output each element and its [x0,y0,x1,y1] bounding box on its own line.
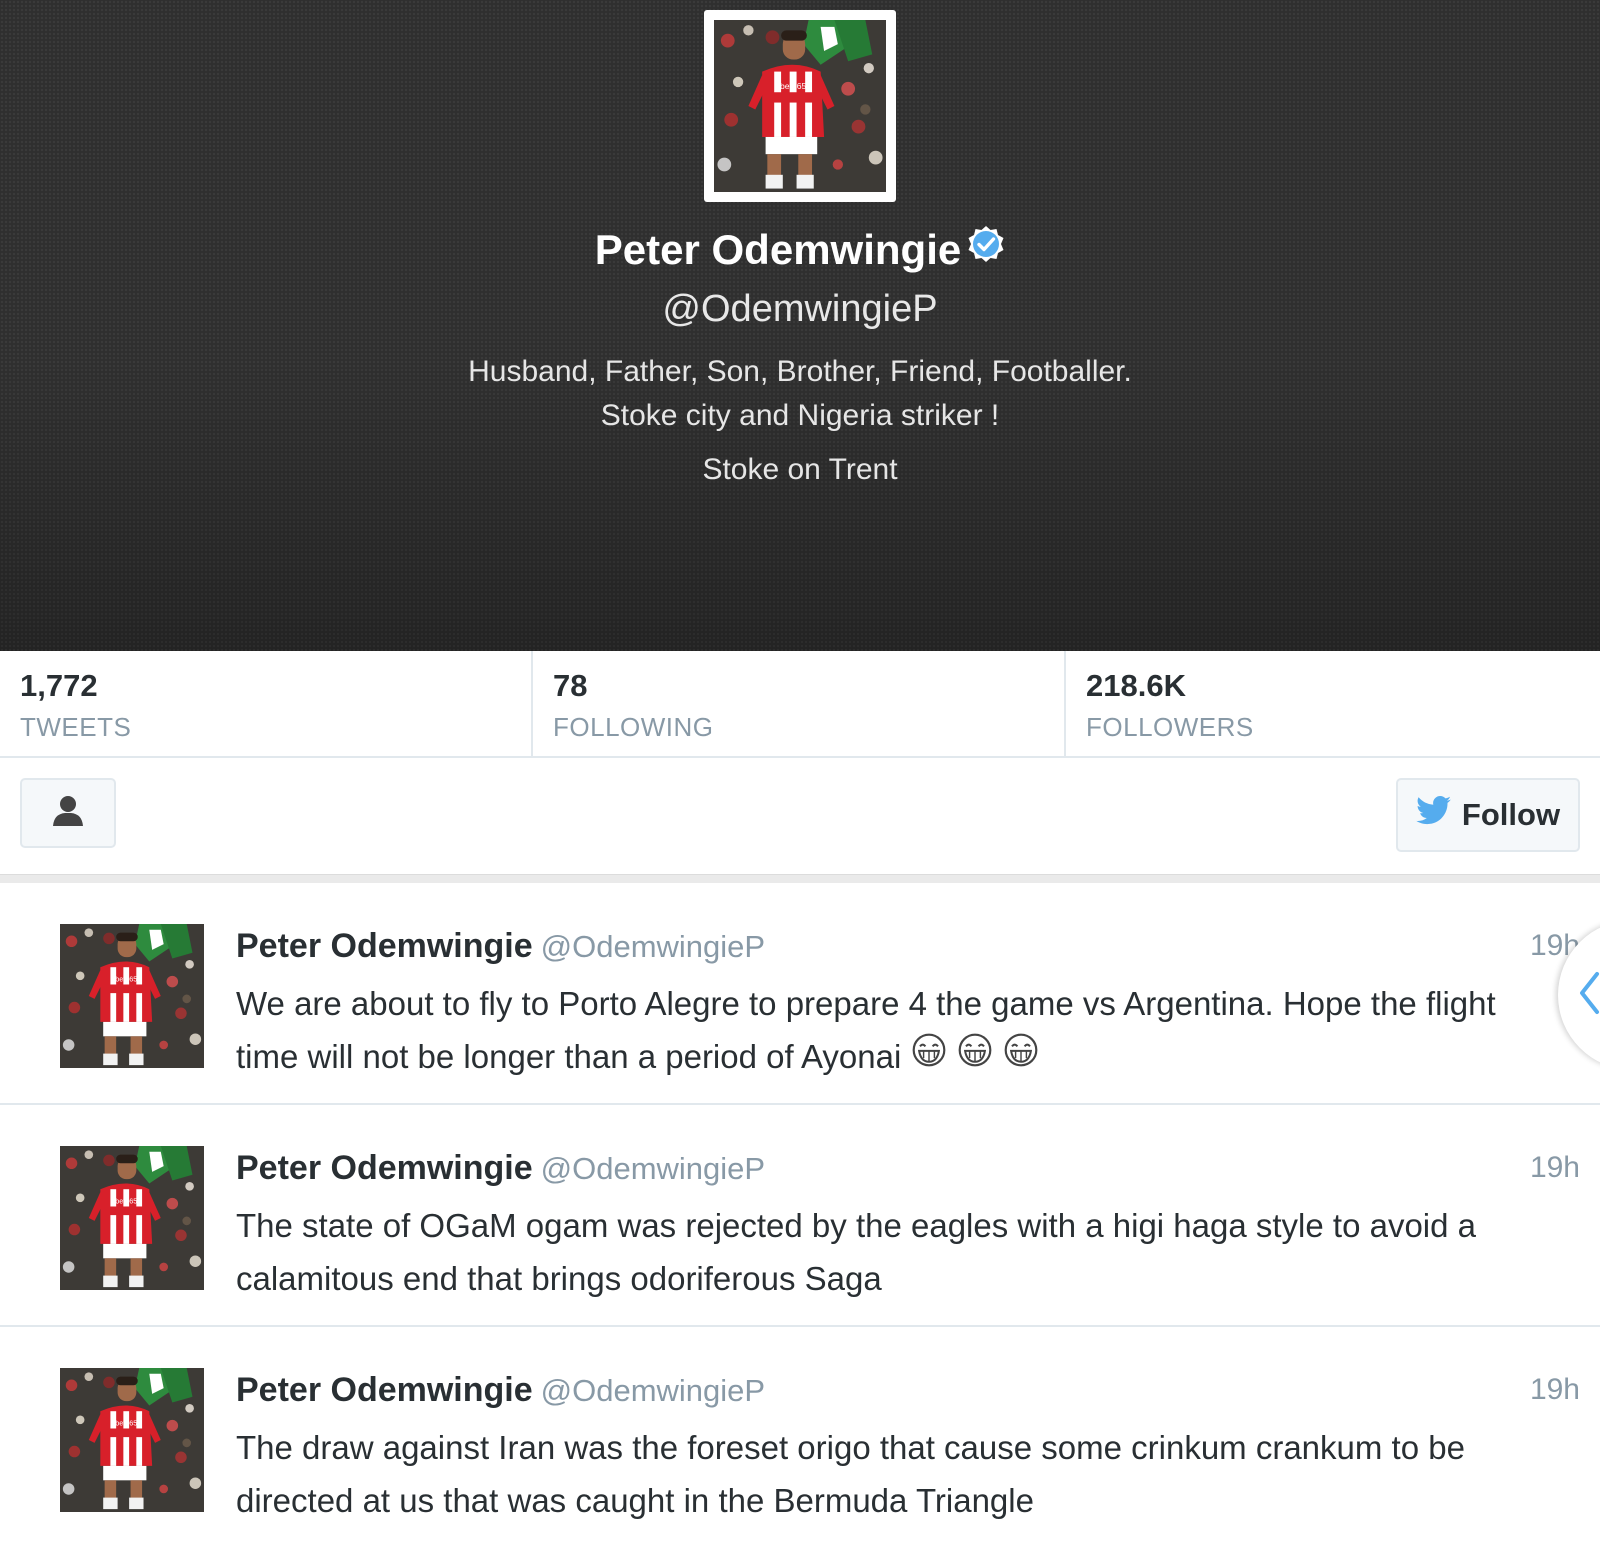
section-divider [0,874,1600,883]
grinning-face-emoji-icon [911,1030,947,1083]
tweet-text: The draw against Iran was the foreset or… [236,1429,1465,1519]
grinning-face-emoji-icon [957,1030,993,1083]
user-actions-button[interactable] [20,778,116,848]
profile-stats: 1,772 TWEETS 78 FOLLOWING 218.6K FOLLOWE… [0,651,1600,758]
profile-name-row: Peter Odemwingie [0,222,1600,281]
svg-text:bet365: bet365 [780,81,807,91]
tweet-author-name[interactable]: Peter Odemwingie [236,927,533,965]
follow-button[interactable]: Follow [1396,778,1580,852]
tweet-header: Peter Odemwingie @OdemwingieP [236,925,765,974]
tweet-header: Peter Odemwingie @OdemwingieP [236,1369,765,1418]
chevron-left-icon [1578,971,1600,1020]
profile-name: Peter Odemwingie [594,226,962,273]
tweet-timestamp: 19h [1529,1151,1580,1184]
profile-header: bet365 Peter Odemwingie @OdemwingieP Hus… [0,0,1600,651]
stat-followers[interactable]: 218.6K FOLLOWERS [1066,651,1599,756]
tweet-author-name[interactable]: Peter Odemwingie [236,1149,533,1187]
profile-actions: Follow [0,758,1600,874]
stat-tweets[interactable]: 1,772 TWEETS [0,651,533,756]
profile-bio-line-2: Stoke city and Nigeria striker ! [600,399,1000,432]
tweet-avatar[interactable]: bet365 [60,1368,204,1512]
profile-bio-line-1: Husband, Father, Son, Brother, Friend, F… [468,355,1132,388]
stat-following-value: 78 [553,668,588,703]
profile-bio: Husband, Father, Son, Brother, Friend, F… [0,350,1600,438]
stat-followers-label: FOLLOWERS [1086,712,1254,742]
stat-following-label: FOLLOWING [553,712,714,742]
profile-avatar[interactable]: bet365 [704,10,896,202]
verified-badge-icon [967,221,1005,277]
tweet-item[interactable]: bet365 Peter Odemwingie @OdemwingieP 19h … [0,883,1600,1105]
tweet-author-handle[interactable]: @OdemwingieP [541,1373,765,1408]
profile-location: Stoke on Trent [702,453,898,486]
tweet-text: We are about to fly to Porto Alegre to p… [236,977,1536,1086]
tweet-author-handle[interactable]: @OdemwingieP [541,929,765,964]
tweet-text-body: We are about to fly to Porto Alegre to p… [236,985,1496,1075]
tweet-item[interactable]: bet365 Peter Odemwingie @OdemwingieP 19h … [0,1327,1600,1541]
tweet-timestamp: 19h [1529,1373,1580,1406]
profile-avatar-image: bet365 [714,20,886,192]
tweet-author-name[interactable]: Peter Odemwingie [236,1371,533,1409]
svg-text:bet365: bet365 [115,1197,137,1206]
svg-text:bet365: bet365 [115,1419,137,1428]
svg-text:bet365: bet365 [115,975,137,984]
person-icon [51,795,85,832]
stat-tweets-label: TWEETS [20,712,132,742]
follow-button-label: Follow [1461,797,1561,832]
profile-handle: @OdemwingieP [662,288,938,330]
stat-followers-value: 218.6K [1086,668,1186,703]
tweet-text: The state of OGaM ogam was rejected by t… [236,1207,1477,1297]
tweet-item[interactable]: bet365 Peter Odemwingie @OdemwingieP 19h … [0,1105,1600,1327]
tweet-header: Peter Odemwingie @OdemwingieP [236,1147,765,1196]
stat-following[interactable]: 78 FOLLOWING [533,651,1066,756]
stat-tweets-value: 1,772 [20,668,98,703]
twitter-bird-icon [1416,796,1452,834]
tweet-author-handle[interactable]: @OdemwingieP [541,1151,765,1186]
grinning-face-emoji-icon [1003,1030,1039,1083]
tweet-avatar[interactable]: bet365 [60,924,204,1068]
tweet-avatar[interactable]: bet365 [60,1146,204,1290]
